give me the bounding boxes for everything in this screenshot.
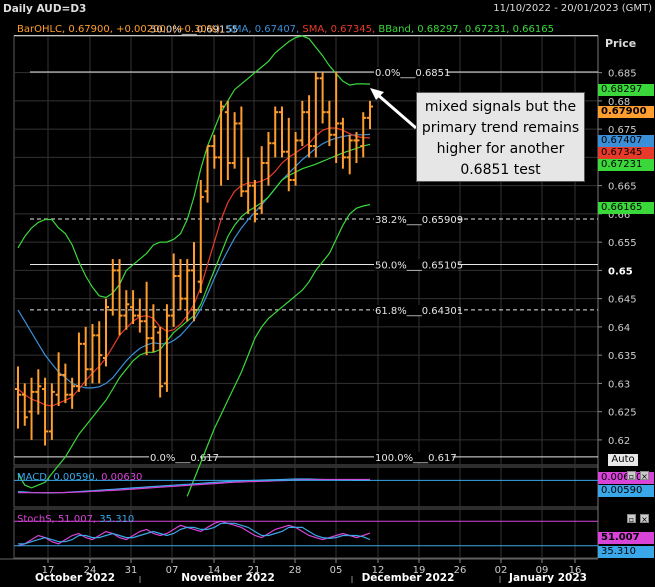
price-box-sma-1: 0.67407 xyxy=(598,135,654,147)
stochs-legend: StochS, 51.007, 35.310 xyxy=(17,514,134,526)
x-month-label: October 2022 xyxy=(35,572,115,583)
macd-legend-label: MACD, xyxy=(17,472,51,483)
y-tick-label: 0.65 xyxy=(608,266,633,277)
fib-level-label: 50.0%___0.65105 xyxy=(375,260,463,271)
macd-maximize-icon[interactable]: ▫ xyxy=(627,471,636,481)
y-tick-label: 0.685 xyxy=(608,69,637,80)
macd-legend-value-2: 0.00630 xyxy=(101,472,143,483)
price-box-close: 0.67900 xyxy=(598,106,654,118)
price-box-sma-2: 0.67345 xyxy=(598,147,654,159)
callout-line-3: higher for another xyxy=(436,141,565,157)
auto-scale-button[interactable]: Auto xyxy=(608,454,638,466)
legend-sma-1: SMA, 0.67407, xyxy=(226,24,300,35)
y-tick-label: 0.63 xyxy=(608,379,630,390)
x-day-label: 07 xyxy=(166,565,179,576)
price-axis-title: Price xyxy=(605,37,637,50)
date-range: 11/10/2022 - 20/01/2023 (GMT) xyxy=(493,3,652,14)
macd-close-icon[interactable]: × xyxy=(640,471,649,481)
y-tick-label: 0.64 xyxy=(608,323,630,334)
stochs-maximize-icon[interactable]: ▫ xyxy=(627,514,636,524)
callout-line-2: primary trend remains xyxy=(421,120,580,136)
fib-level-label: 38.2%___0.65909 xyxy=(375,215,463,226)
callout-arrow xyxy=(377,93,417,130)
price-box-bb-upper: 0.68297 xyxy=(598,84,654,96)
macd-box-2: 0.00590 xyxy=(598,485,654,497)
y-tick-label: 0.635 xyxy=(608,351,637,362)
y-tick-label: 0.625 xyxy=(608,408,637,419)
legend-barohlc: BarOHLC, 0.67900, +0.00200, (+0.30%), xyxy=(17,24,224,35)
callout-line-4: 0.6851 test xyxy=(460,162,541,178)
stochs-line xyxy=(18,522,371,545)
fib-level-label: 100.0%___0.617 xyxy=(375,453,457,464)
fib-level-label: 0.0%___0.6851 xyxy=(375,68,450,79)
legend-sma-2: SMA, 0.67345, xyxy=(302,24,376,35)
price-box-bb-lower: 0.66165 xyxy=(598,202,654,214)
x-month-label: November 2022 xyxy=(181,572,275,583)
chart-window: 0.6850.680.6750.670.6650.660.6550.650.64… xyxy=(0,0,655,584)
stochs-box-1: 51.007 xyxy=(598,532,654,544)
x-month-label: January 2023 xyxy=(508,572,587,583)
legend-bband: BBand, 0.68297, 0.67231, 0.66165 xyxy=(378,24,554,35)
stochs-legend-value-2: 35.310 xyxy=(99,514,135,525)
x-day-label: 28 xyxy=(289,565,302,576)
x-day-label: 02 xyxy=(495,565,508,576)
x-day-label: 26 xyxy=(454,565,467,576)
y-tick-label: 0.665 xyxy=(608,182,637,193)
x-day-label: 05 xyxy=(330,565,343,576)
x-day-label: 31 xyxy=(125,565,138,576)
macd-legend: MACD, 0.00590, 0.00630 xyxy=(17,472,142,484)
y-tick-label: 0.645 xyxy=(608,295,637,306)
callout-line-1: mixed signals but the xyxy=(424,99,577,115)
stochs-legend-label: StochS, xyxy=(17,514,55,525)
fib-level-label: 61.8%___0.64301 xyxy=(375,306,463,317)
fib-level-label: 0.0%___0.617 xyxy=(150,453,219,464)
macd-legend-value-1: 0.00590, xyxy=(53,472,98,483)
x-month-label: December 2022 xyxy=(362,572,455,583)
stochs-box-2: 35.310 xyxy=(598,546,654,558)
y-tick-label: 0.62 xyxy=(608,436,630,447)
stochs-close-icon[interactable]: × xyxy=(640,514,649,524)
annotation-callout: mixed signals but the primary trend rema… xyxy=(416,92,585,182)
chart-title: Daily AUD=D3 xyxy=(3,3,87,15)
stochs-legend-value-1: 51.007, xyxy=(57,514,97,525)
legend-row: BarOHLC, 0.67900, +0.00200, (+0.30%), SM… xyxy=(17,24,554,36)
y-tick-label: 0.655 xyxy=(608,238,637,249)
price-box-bb-mid: 0.67231 xyxy=(598,159,654,171)
chart-canvas[interactable]: 0.6850.680.6750.670.6650.660.6550.650.64… xyxy=(0,0,655,584)
